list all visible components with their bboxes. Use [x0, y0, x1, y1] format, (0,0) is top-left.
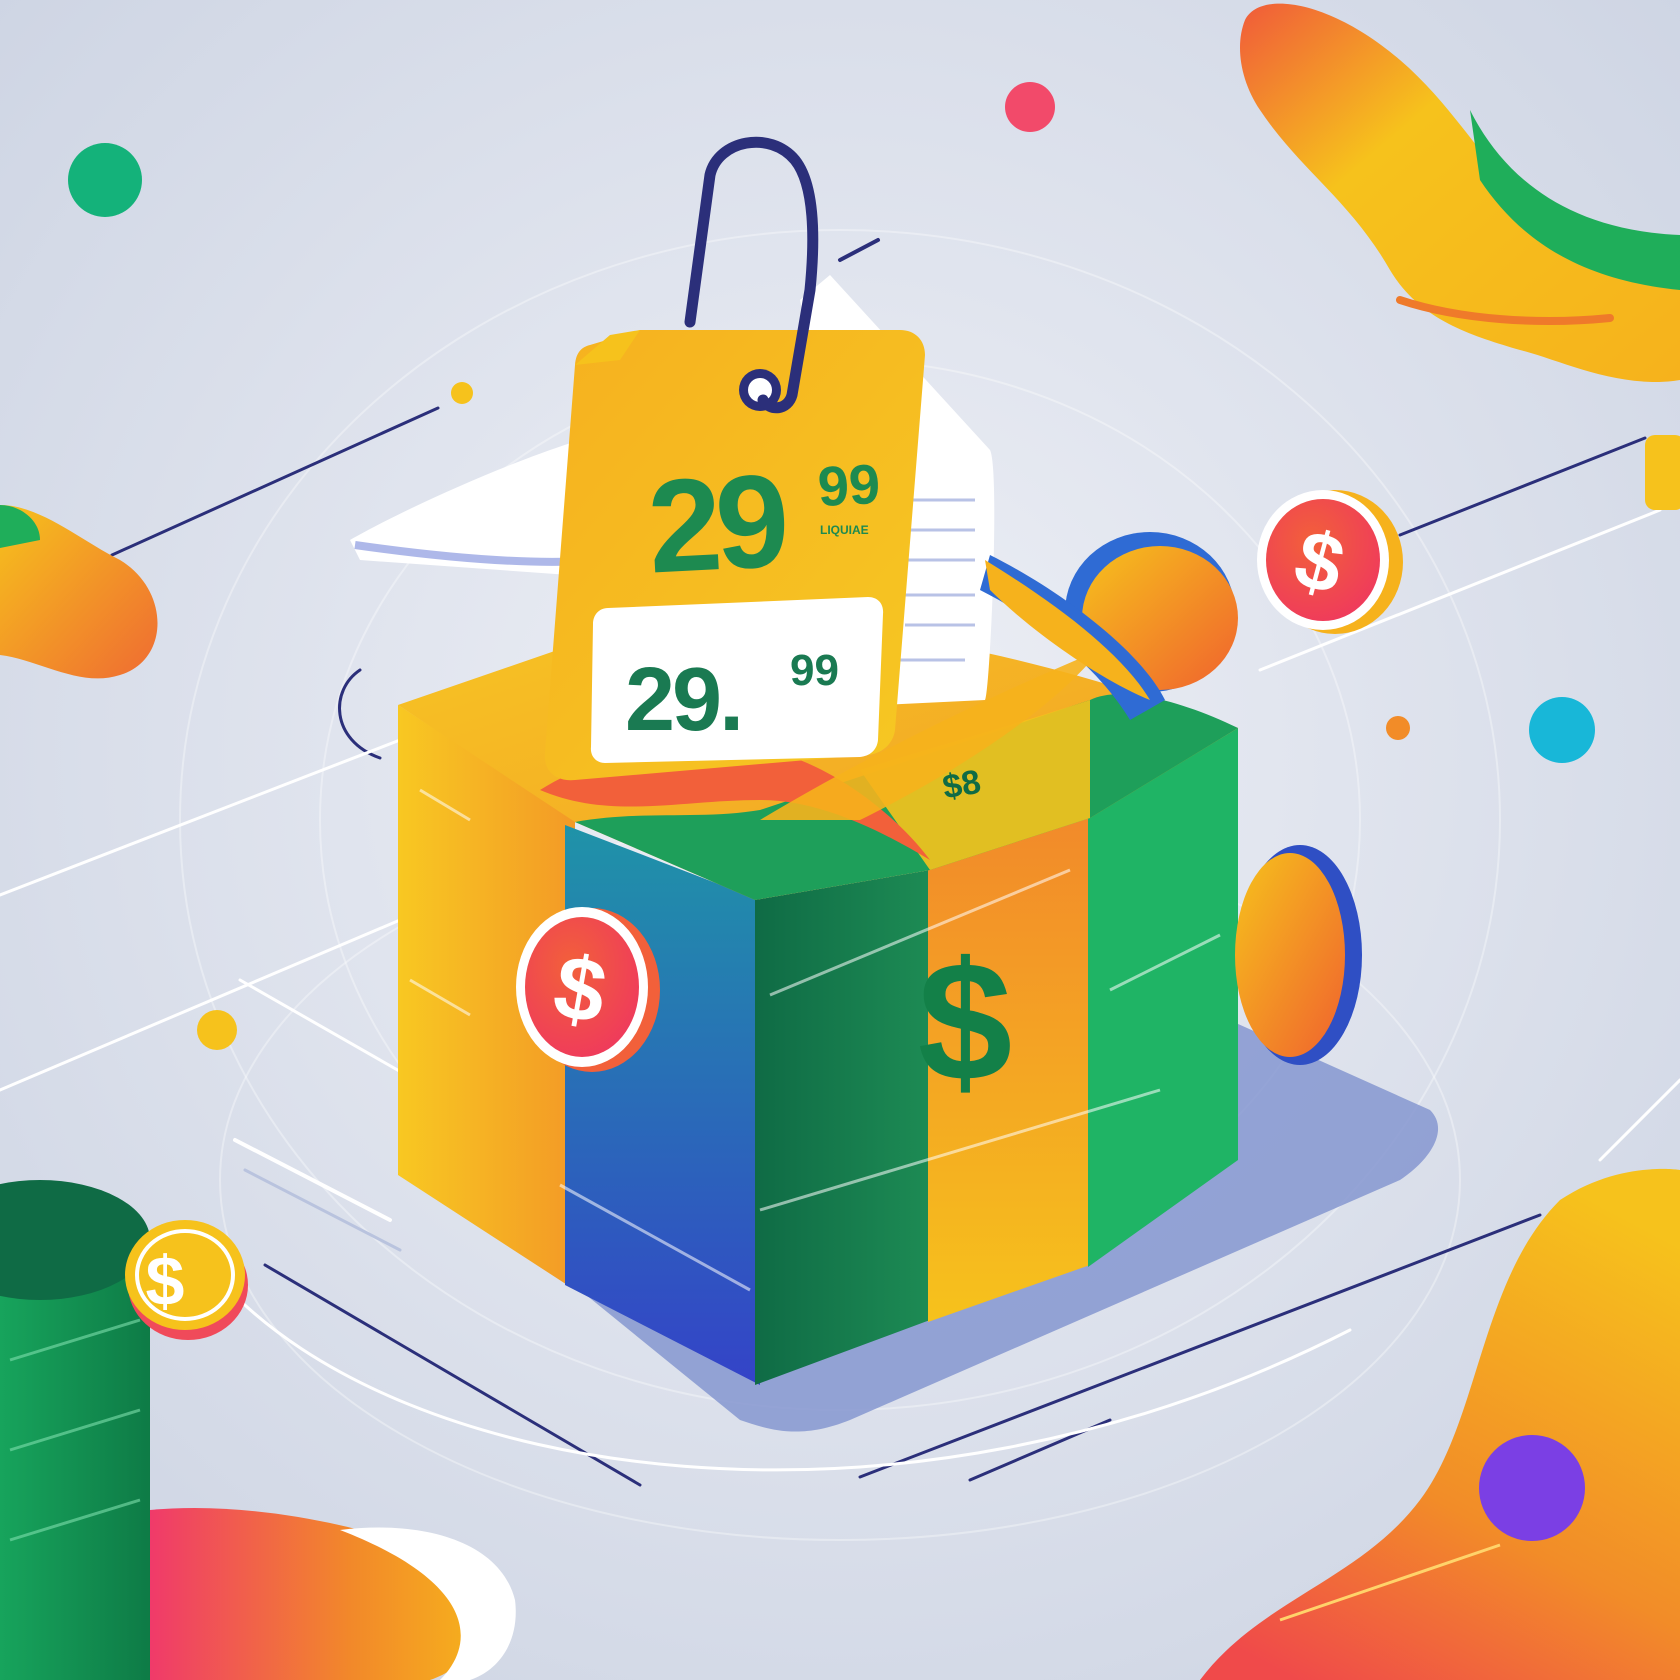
- green-dot: [68, 143, 142, 217]
- price-tag: 29 99 LIQUIAE 29. 99: [544, 330, 925, 781]
- purple-dot: [1479, 1435, 1585, 1541]
- svg-text:$: $: [146, 1242, 185, 1320]
- box-dollar-icon: $: [918, 927, 1013, 1117]
- yellow-dot: [197, 1010, 237, 1050]
- pink-dot: [1005, 82, 1055, 132]
- illustration-canvas: $8 $ 29 99 LIQUIAE 29. 99 $ $ $: [0, 0, 1680, 1680]
- teal-dot: [1529, 697, 1595, 763]
- tag-small-text: LIQUIAE: [820, 523, 869, 537]
- tag-main-price: 29: [644, 447, 788, 601]
- small-yellow-dot: [451, 382, 473, 404]
- tag-label-price: 29.: [625, 650, 741, 750]
- coin-stack-cylinder: [0, 1180, 150, 1680]
- tag-main-cents: 99: [816, 452, 882, 518]
- tag-label-cents: 99: [790, 646, 839, 695]
- coin-right-side: [1235, 845, 1362, 1065]
- small-orange-dot: [1386, 716, 1410, 740]
